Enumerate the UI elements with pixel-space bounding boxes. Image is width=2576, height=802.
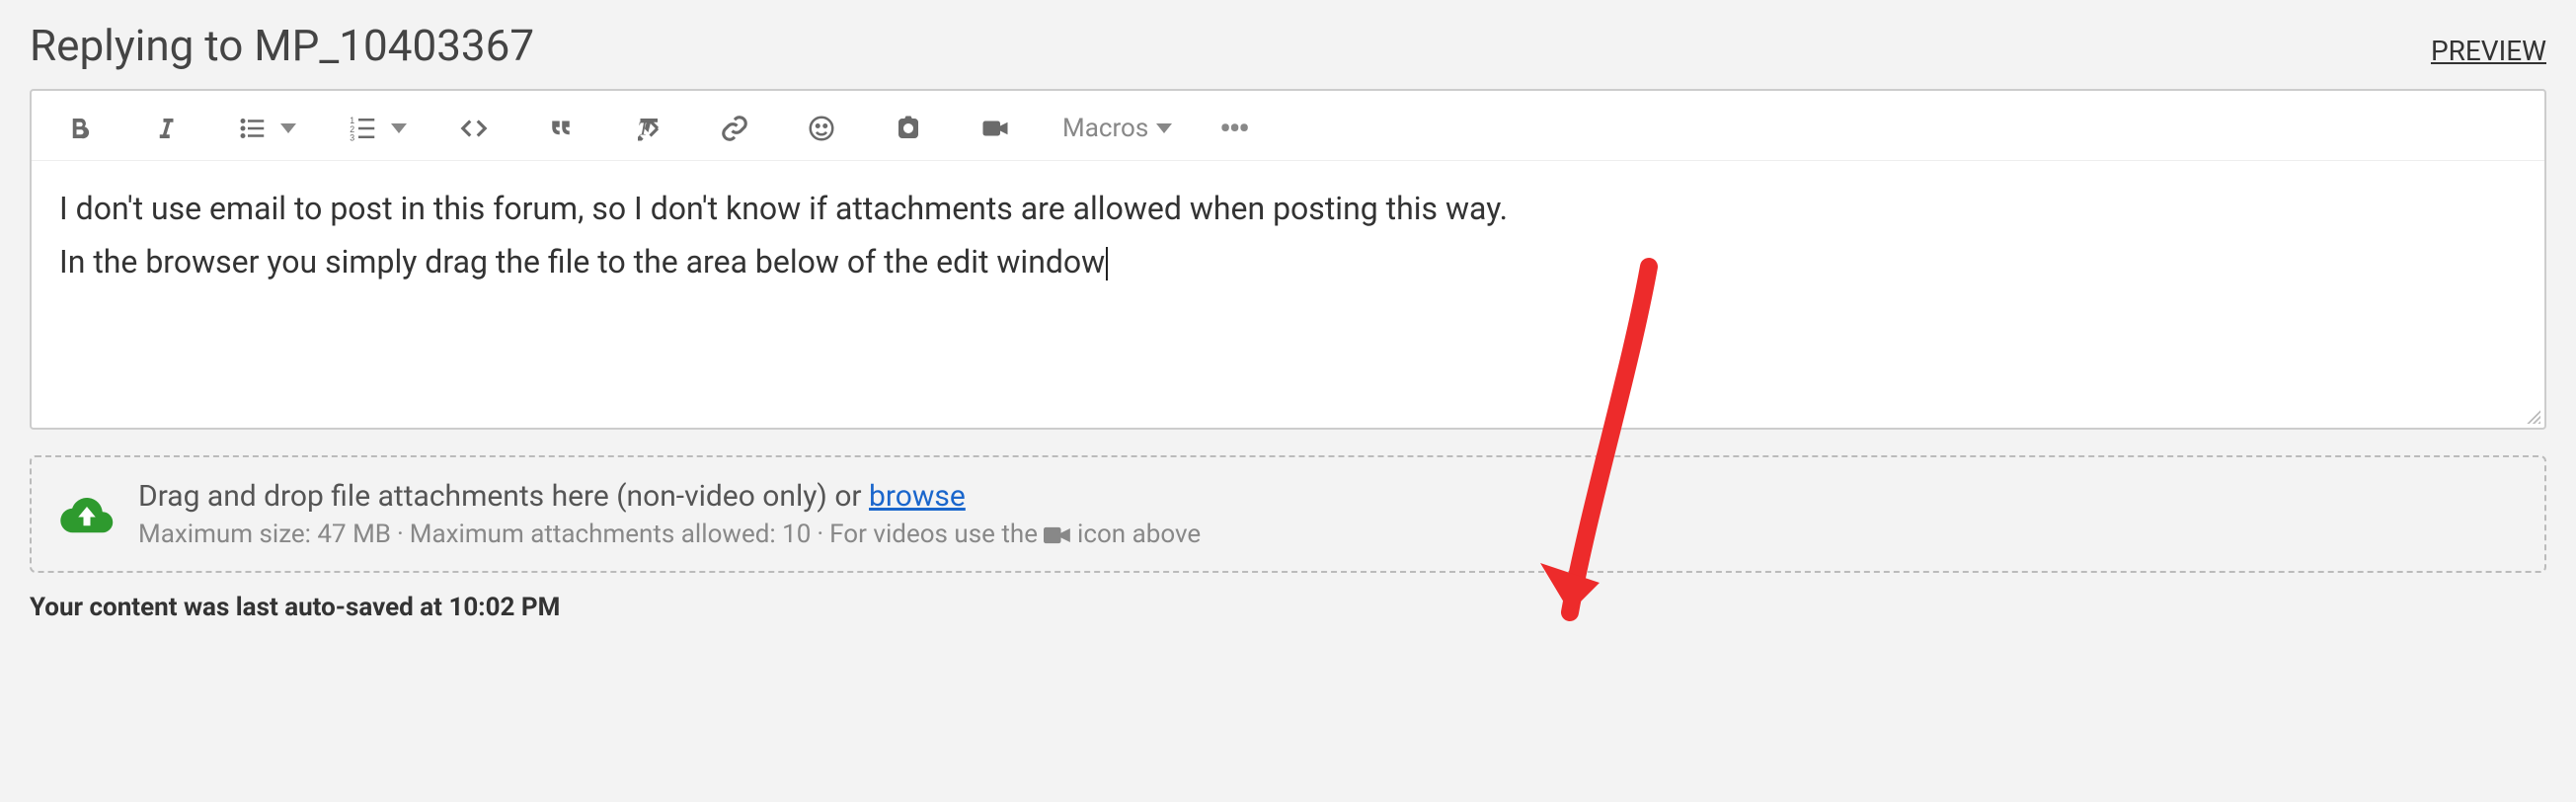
macros-label: Macros	[1062, 114, 1148, 143]
code-button[interactable]	[454, 109, 494, 148]
quote-button[interactable]	[541, 109, 581, 148]
chevron-down-icon	[391, 123, 407, 133]
text-cursor	[1106, 247, 1108, 281]
chevron-down-icon	[1156, 123, 1172, 133]
link-button[interactable]	[715, 109, 754, 148]
editor-line: I don't use email to post in this forum,…	[59, 185, 2517, 234]
italic-button[interactable]	[146, 109, 186, 148]
video-button[interactable]	[976, 109, 1015, 148]
numbered-list-button[interactable]: 123	[344, 109, 407, 148]
dropzone-hint: Maximum size: 47 MB · Maximum attachment…	[138, 520, 2517, 549]
resize-handle[interactable]	[2523, 406, 2540, 424]
browse-link[interactable]: browse	[869, 479, 966, 514]
bold-button[interactable]	[59, 109, 99, 148]
image-button[interactable]	[889, 109, 928, 148]
bullet-list-icon	[233, 109, 273, 148]
editor-box: 123 T	[30, 89, 2546, 430]
upload-cloud-icon	[59, 493, 115, 536]
editor-line: In the browser you simply drag the file …	[59, 238, 2517, 287]
page-title: Replying to MP_10403367	[30, 20, 534, 71]
dropzone-prompt: Drag and drop file attachments here (non…	[138, 479, 2517, 514]
autosave-status: Your content was last auto-saved at 10:0…	[30, 593, 2546, 622]
clear-format-button[interactable]: T	[628, 109, 667, 148]
macros-dropdown[interactable]: Macros	[1062, 114, 1172, 143]
video-icon	[1044, 520, 1071, 549]
attachment-dropzone[interactable]: Drag and drop file attachments here (non…	[30, 455, 2546, 573]
emoji-button[interactable]	[802, 109, 841, 148]
chevron-down-icon	[280, 123, 296, 133]
bullet-list-button[interactable]	[233, 109, 296, 148]
editor-textarea[interactable]: I don't use email to post in this forum,…	[32, 161, 2544, 428]
svg-text:T: T	[638, 118, 651, 139]
preview-link[interactable]: PREVIEW	[2431, 35, 2546, 67]
numbered-list-icon: 123	[344, 109, 383, 148]
more-options-button[interactable]: •••	[1219, 110, 1248, 147]
svg-text:3: 3	[350, 133, 354, 143]
editor-toolbar: 123 T	[32, 91, 2544, 161]
